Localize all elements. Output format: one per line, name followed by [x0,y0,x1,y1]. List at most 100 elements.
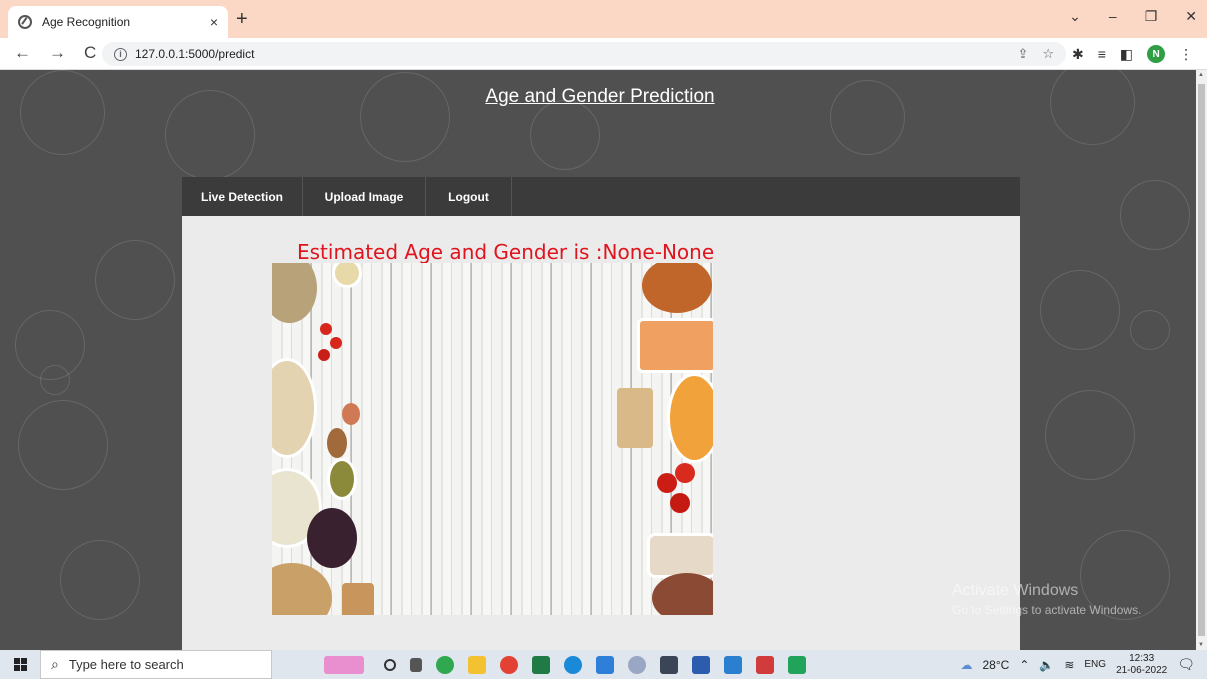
back-arrow-icon[interactable]: ← [14,44,31,62]
reload-icon[interactable]: C [84,44,96,62]
pear [327,428,347,458]
prediction-result: Estimated Age and Gender is :None-None [297,240,715,264]
start-button[interactable] [0,650,40,679]
chrome-icon[interactable] [500,655,518,674]
bg-bubble [530,100,600,170]
paint-icon[interactable] [628,655,646,674]
snip-tool-icon[interactable] [756,655,774,674]
new-tab-button[interactable]: + [236,9,248,29]
clock[interactable]: 12:33 21-06-2022 [1116,653,1167,677]
scroll-thumb[interactable] [1198,84,1205,636]
pepper-plate [647,533,713,578]
extensions-puzzle-icon[interactable]: ✱ [1072,46,1084,63]
file-explorer-icon[interactable] [468,655,486,674]
fries [667,373,713,463]
sausages [642,263,712,313]
profile-avatar[interactable]: N [1147,45,1166,63]
photos-icon[interactable] [724,655,742,674]
cortana-icon[interactable] [384,658,396,671]
food-plate [272,263,317,323]
clock-time: 12:33 [1129,652,1155,664]
weather-temp[interactable]: 28°C [983,658,1010,672]
language-indicator[interactable]: ENG [1084,659,1106,670]
excel-icon[interactable] [532,655,550,674]
page-viewport: Age and Gender Prediction Live Detection… [0,70,1196,650]
side-panel-icon[interactable]: ◧ [1120,46,1133,63]
tab-search-button[interactable]: ⌄ [1069,8,1081,25]
site-title[interactable]: Age and Gender Prediction [0,86,1196,108]
address-toolbar: ← → C i 127.0.0.1:5000/predict ⇪ ☆ ✱ ≡ ◧… [0,38,1207,70]
whatsapp-icon[interactable] [436,655,454,674]
fig [342,403,360,425]
search-icon: ⌕ [51,656,59,672]
food-bowl [332,263,362,288]
tomato [330,337,342,349]
tab-strip: Age Recognition × + ⌄ – ❐ ✕ [0,0,1207,38]
wifi-icon[interactable]: ≋ [1064,658,1074,672]
activation-watermark: Activate Windows Go to Settings to activ… [952,582,1141,617]
content-panel: Estimated Age and Gender is :None-None [182,216,1020,650]
chevron-up-icon[interactable]: ⌃ [1019,658,1029,672]
site-info-icon[interactable]: i [114,47,127,61]
app-arrow-icon[interactable] [596,655,614,674]
vertical-scrollbar[interactable]: ▲ ▼ [1196,70,1207,650]
tomato [318,349,330,361]
globe-icon [18,15,32,29]
scroll-up-arrow-icon[interactable]: ▲ [1198,72,1204,78]
nav-logout[interactable]: Logout [426,177,512,216]
share-icon[interactable]: ⇪ [1017,46,1028,62]
forward-arrow-icon[interactable]: → [49,44,66,62]
pita-bread [617,388,653,448]
terminal-icon[interactable] [660,655,678,674]
edge-icon[interactable] [564,655,582,674]
shrimp-plate [637,318,713,373]
window-controls: ⌄ – ❐ ✕ [1069,8,1197,25]
minimize-button[interactable]: – [1109,8,1117,25]
olive-bowl [327,458,357,500]
bg-bubble [60,540,140,620]
url-text[interactable]: 127.0.0.1:5000/predict [135,47,254,61]
speaker-icon[interactable]: 🔈 [1039,658,1054,672]
fish-plate [272,563,332,615]
word-icon[interactable] [692,655,710,674]
meat-plate [652,573,713,615]
bg-bubble [18,400,108,490]
pycharm-icon[interactable] [788,655,806,674]
browser-tab[interactable]: Age Recognition × [8,6,228,38]
watermark-title: Activate Windows [952,582,1079,599]
menu-kebab-icon[interactable]: ⋮ [1179,46,1193,63]
tab-close-button[interactable]: × [210,14,218,30]
close-window-button[interactable]: ✕ [1185,8,1197,25]
notifications-icon[interactable]: 🗨 [1177,656,1195,673]
taskbar-search[interactable]: ⌕ Type here to search [40,650,272,679]
taskbar: ⌕ Type here to search ☁ 28°C ⌃ 🔈 ≋ ENG 1… [0,650,1207,679]
windows-logo-icon [13,658,27,671]
tomato [675,463,695,483]
bg-bubble [40,365,70,395]
tomato [320,323,332,335]
nav-upload-image[interactable]: Upload Image [303,177,426,216]
nav-live-detection[interactable]: Live Detection [182,177,303,216]
bg-bubble [1130,310,1170,350]
bg-bubble [95,240,175,320]
reading-list-icon[interactable]: ≡ [1098,46,1106,62]
weather-icon[interactable]: ☁ [961,658,973,672]
bg-bubble [1120,180,1190,250]
address-bar[interactable]: i 127.0.0.1:5000/predict ⇪ ☆ [102,42,1066,66]
main-nav: Live Detection Upload Image Logout [182,177,1020,216]
restore-button[interactable]: ❐ [1145,8,1158,25]
task-view-icon[interactable] [410,657,422,672]
uploaded-image [272,263,713,615]
tab-title: Age Recognition [42,15,131,29]
watermark-subtitle: Go to Settings to activate Windows. [952,603,1142,617]
system-tray: ☁ 28°C ⌃ 🔈 ≋ ENG 12:33 21-06-2022 🗨 [961,650,1196,679]
bookmark-star-icon[interactable]: ☆ [1042,46,1054,62]
scroll-down-arrow-icon[interactable]: ▼ [1198,642,1204,648]
clock-date: 21-06-2022 [1116,664,1168,676]
bg-bubble [1045,390,1135,480]
tomato [657,473,677,493]
bg-bubble [1040,270,1120,350]
search-placeholder: Type here to search [68,657,184,672]
widgets-icon[interactable] [324,655,364,674]
salad-bowl [272,358,317,458]
